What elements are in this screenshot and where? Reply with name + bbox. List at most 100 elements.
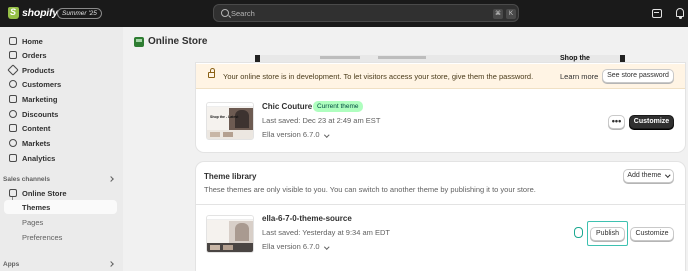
preview-edge: [255, 55, 260, 63]
chevron-right-icon: [108, 261, 114, 267]
chevron-down-icon: [323, 243, 329, 249]
library-theme-thumbnail[interactable]: [206, 215, 254, 253]
library-theme-last-saved: Last saved: Yesterday at 9:34 am EDT: [262, 228, 390, 237]
search-input[interactable]: Search: [231, 9, 255, 18]
chevron-right-icon: [108, 176, 114, 182]
thumb-image: [235, 110, 249, 128]
development-banner: Your online store is in development. To …: [196, 64, 685, 89]
sidebar-item-online-store[interactable]: Online Store: [0, 186, 123, 200]
current-theme-name: Chic Couture: [262, 102, 313, 111]
store-icon[interactable]: [652, 9, 662, 18]
add-theme-button[interactable]: Add theme: [623, 169, 674, 183]
discounts-icon: [9, 110, 17, 118]
shopify-logo[interactable]: shopify: [8, 7, 58, 19]
markets-icon: [9, 139, 17, 147]
search-bar[interactable]: Search ⌘ K: [213, 4, 519, 22]
shortcut-k-key: K: [506, 9, 516, 19]
sidebar-item-discounts[interactable]: Discounts: [0, 107, 123, 121]
sales-channels-header[interactable]: Sales channels: [0, 172, 123, 186]
sidebar-item-analytics[interactable]: Analytics: [0, 151, 123, 165]
thumb-header: [207, 103, 253, 107]
preview-edge: [620, 55, 625, 63]
library-theme-name: ella-6-7-0-theme-source: [262, 214, 352, 223]
sidebar-item-label: Content: [22, 123, 51, 133]
apps-header[interactable]: Apps: [0, 257, 123, 271]
sidebar-item-label: Customers: [22, 79, 62, 89]
thumb-header: [207, 216, 253, 220]
publish-focus-highlight: [587, 221, 628, 246]
current-theme-thumbnail[interactable]: Shop the - Latest: [206, 102, 254, 140]
customize-current-theme-button[interactable]: Customize: [629, 115, 674, 129]
page-header: Online Store: [134, 36, 207, 47]
version-label: Ella version 6.7.0: [262, 242, 320, 251]
learn-more-link[interactable]: Learn more: [560, 72, 598, 81]
analytics-icon: [9, 154, 17, 162]
sidebar-item-home[interactable]: Home: [0, 34, 123, 48]
sidebar-subitem-preferences[interactable]: Preferences: [0, 230, 123, 244]
more-actions-button[interactable]: •••: [608, 115, 625, 129]
sidebar-item-orders[interactable]: Orders: [0, 48, 123, 62]
search-icon: [221, 9, 229, 17]
orders-icon: [9, 51, 17, 59]
sidebar-subitem-pages[interactable]: Pages: [0, 215, 123, 229]
theme-library-title: Theme library: [204, 172, 257, 181]
brand-name: shopify: [22, 7, 58, 19]
top-bar: shopify Summer '25 Search ⌘ K: [0, 0, 688, 27]
current-theme-badge: Current theme: [313, 101, 363, 112]
products-icon: [7, 64, 19, 76]
online-store-icon: [9, 189, 17, 197]
sidebar-item-label: Discounts: [22, 109, 59, 119]
thumb-product-row: [207, 130, 253, 139]
sidebar-item-label: Themes: [22, 202, 51, 212]
preview-text-line: [378, 56, 426, 59]
sidebar-item-label: Preferences: [22, 232, 63, 242]
sidebar-item-label: Online Store: [22, 188, 67, 198]
sidebar-item-content[interactable]: Content: [0, 121, 123, 135]
theme-library-description: These themes are only visible to you. Yo…: [204, 185, 536, 194]
theme-preview-strip: Shop the: [255, 55, 625, 63]
thumb-product-row: [207, 243, 253, 252]
sidebar-item-label: Products: [22, 65, 55, 75]
edition-badge[interactable]: Summer '25: [57, 8, 102, 19]
current-theme-last-saved: Last saved: Dec 23 at 2:49 am EST: [262, 116, 381, 125]
notification-bell-icon[interactable]: [676, 8, 684, 19]
sidebar-item-label: Analytics: [22, 153, 56, 163]
preview-text-line: [320, 56, 360, 59]
add-theme-label: Add theme: [627, 172, 662, 179]
current-theme-version[interactable]: Ella version 6.7.0: [262, 130, 329, 139]
sidebar-item-marketing[interactable]: Marketing: [0, 92, 123, 106]
section-label: Apps: [3, 260, 20, 268]
banner-message: Your online store is in development. To …: [223, 72, 534, 81]
sidebar: Home Orders Products Customers Marketing…: [0, 27, 123, 271]
home-icon: [9, 37, 17, 45]
section-label: Sales channels: [3, 175, 50, 183]
sidebar-item-label: Home: [22, 36, 43, 46]
page-title: Online Store: [148, 36, 208, 47]
customize-library-theme-button[interactable]: Customize: [630, 227, 674, 241]
sidebar-item-label: Orders: [22, 50, 47, 60]
sidebar-item-markets[interactable]: Markets: [0, 136, 123, 150]
chevron-down-icon: [323, 131, 329, 137]
ai-sparkle-icon[interactable]: [574, 227, 583, 238]
thumb-text: Shop the - Latest: [210, 115, 239, 119]
preview-shop-text: Shop the: [560, 55, 590, 62]
shortcut-cmd-key: ⌘: [493, 9, 503, 19]
sidebar-item-label: Markets: [22, 138, 51, 148]
customers-icon: [9, 80, 17, 88]
divider: [196, 204, 685, 205]
online-store-icon: [134, 36, 144, 47]
thumb-image: [235, 223, 249, 241]
content-icon: [9, 124, 17, 132]
marketing-icon: [9, 95, 17, 103]
sidebar-subitem-themes[interactable]: Themes: [0, 200, 123, 214]
lock-icon: [208, 68, 215, 78]
sidebar-item-customers[interactable]: Customers: [0, 77, 123, 91]
sidebar-item-label: Marketing: [22, 94, 58, 104]
library-theme-version[interactable]: Ella version 6.7.0: [262, 242, 329, 251]
version-label: Ella version 6.7.0: [262, 130, 320, 139]
sidebar-item-products[interactable]: Products: [0, 63, 123, 77]
see-store-password-button[interactable]: See store password: [602, 69, 674, 83]
shopify-bag-icon: [8, 7, 19, 19]
sidebar-item-label: Pages: [22, 217, 44, 227]
chevron-down-icon: [665, 171, 671, 177]
